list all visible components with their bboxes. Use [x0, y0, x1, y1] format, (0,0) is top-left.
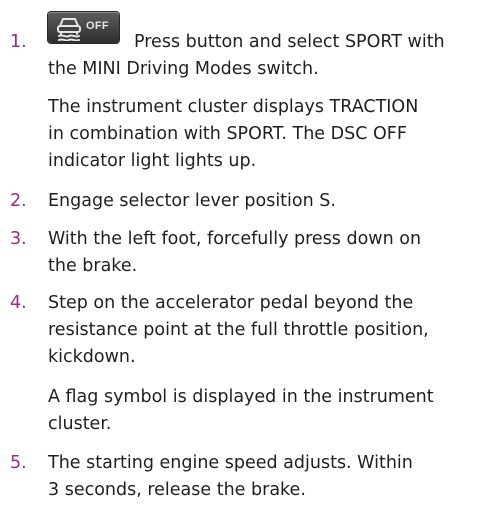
step-line: the MINI Driving Modes switch. — [48, 59, 319, 79]
step-line: Step on the accelerator pedal beyond the — [48, 293, 414, 313]
step-line: Press button and select SPORT with — [134, 32, 445, 52]
note-line: A flag symbol is displayed in the instru… — [48, 387, 434, 407]
step-text: Press button and select SPORT with the M… — [48, 29, 488, 83]
instruction-page: 1. OFF Press button and select SPORT wit… — [0, 0, 492, 513]
step-line: kickdown. — [48, 347, 136, 367]
step-text: Engage selector lever position S. — [48, 188, 488, 215]
step-line: 3 seconds, release the brake. — [48, 480, 306, 500]
step-note: A flag symbol is displayed in the instru… — [48, 384, 488, 438]
step-line: resistance point at the full throttle po… — [48, 320, 429, 340]
step-line: With the left foot, forcefully press dow… — [48, 229, 422, 249]
step-line: Engage selector lever position S. — [48, 191, 336, 211]
note-line: indicator light lights up. — [48, 151, 257, 171]
step-number: 4. — [10, 293, 27, 313]
step-line: the brake. — [48, 256, 138, 276]
step-text: The starting engine speed adjusts. Withi… — [48, 450, 488, 504]
step-line: The starting engine speed adjusts. Withi… — [48, 453, 413, 473]
note-line: cluster. — [48, 414, 112, 434]
step-text: Step on the accelerator pedal beyond the… — [48, 290, 488, 371]
note-line: in combination with SPORT. The DSC OFF — [48, 124, 407, 144]
step-number: 1. — [10, 32, 27, 52]
step-number: 5. — [10, 453, 27, 473]
step-note: The instrument cluster displays TRACTION… — [48, 94, 488, 175]
step-number: 3. — [10, 229, 27, 249]
step-text: With the left foot, forcefully press dow… — [48, 226, 488, 280]
step-number: 2. — [10, 191, 27, 211]
note-line: The instrument cluster displays TRACTION — [48, 97, 419, 117]
